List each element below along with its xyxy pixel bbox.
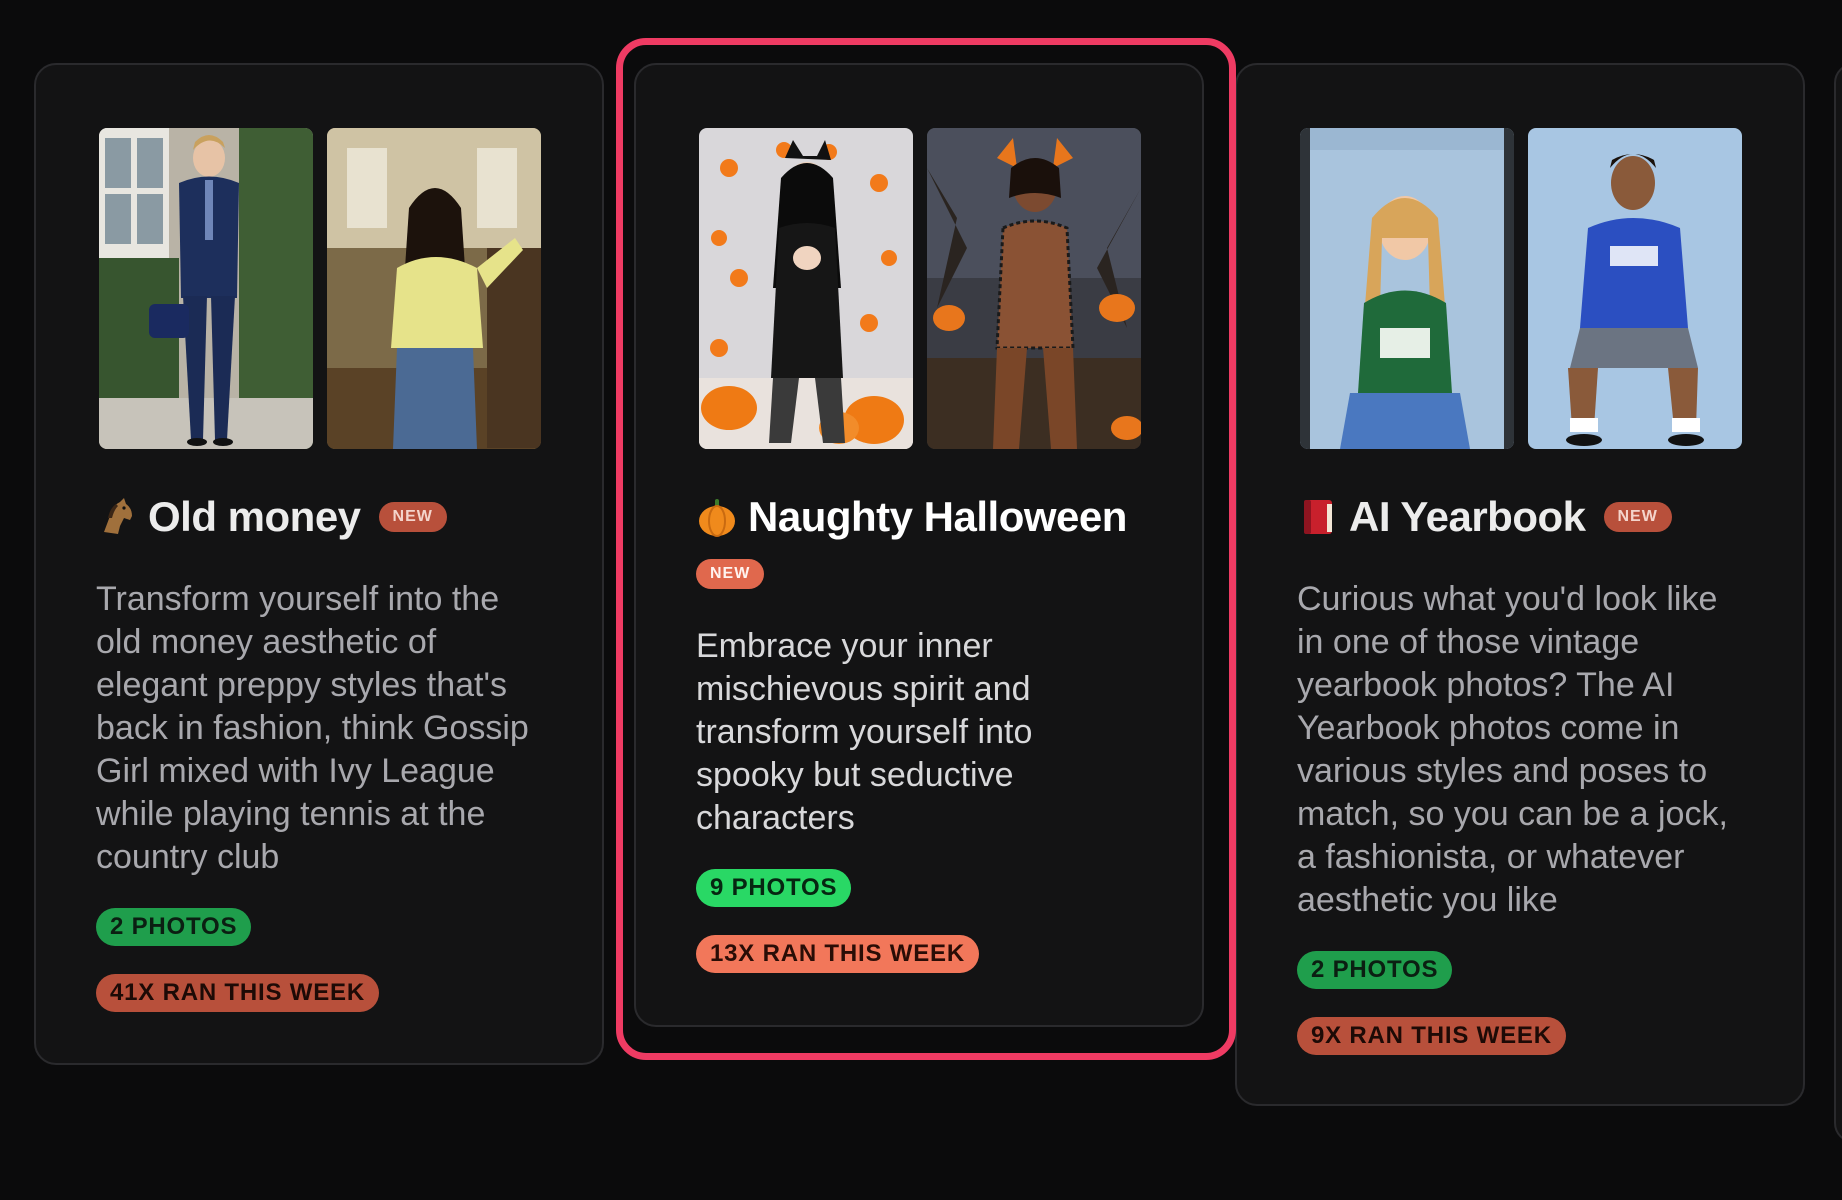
thumbnail-row [1300,128,1743,449]
new-badge: NEW [378,502,447,532]
woman-in-lace-costume-photo [927,128,1141,449]
red-book-icon [1304,500,1332,534]
card-title: Naughty Halloween [748,493,1127,540]
card-description: Embrace your inner mischievous spirit an… [696,627,1033,837]
card-title-row: Naughty Halloween [696,493,1142,541]
ran-this-week-pill: 41X RAN THIS WEEK [96,974,379,1012]
photos-count-pill: 2 PHOTOS [1297,951,1453,989]
template-card-old-money[interactable]: Old money NEW Transform yourself into th… [34,63,604,1065]
card-title-row: AI Yearbook NEW [1297,493,1743,541]
photos-count-pill: 2 PHOTOS [96,908,252,946]
ran-this-week-pill: 13X RAN THIS WEEK [696,935,979,973]
card-title-row: Old money NEW [96,493,542,541]
horse-icon [104,498,132,534]
template-card-naughty-halloween[interactable]: Naughty Halloween NEW Embrace your inner… [634,63,1204,1027]
template-card-ai-yearbook[interactable]: AI Yearbook NEW Curious what you'd look … [1235,63,1805,1106]
woman-in-cat-costume-photo [699,128,913,449]
new-badge: NEW [696,559,765,589]
thumbnail-row [99,128,542,449]
next-template-card-partial[interactable] [1834,63,1842,1143]
card-title: Old money [148,493,361,540]
pumpkin-icon [699,499,735,537]
card-title: AI Yearbook [1349,493,1586,540]
templates-gallery: Old money NEW Transform yourself into th… [0,0,1842,1200]
ran-this-week-pill: 9X RAN THIS WEEK [1297,1017,1566,1055]
girl-yearbook-photo [1300,128,1514,449]
card-description: Curious what you'd look like in one of t… [1297,580,1728,919]
boy-yearbook-photo [1528,128,1742,449]
photos-count-pill: 9 PHOTOS [696,869,852,907]
card-description: Transform yourself into the old money ae… [96,580,529,876]
man-in-navy-suit-photo [99,128,313,449]
new-badge: NEW [1603,502,1672,532]
thumbnail-row [699,128,1142,449]
woman-in-yellow-sweater-photo [327,128,541,449]
